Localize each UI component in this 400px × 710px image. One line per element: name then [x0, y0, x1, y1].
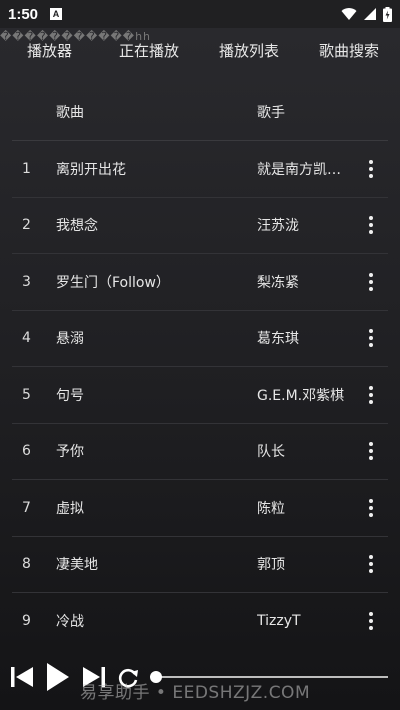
song-title: 罗生门（Follow） — [56, 274, 170, 291]
more-options-icon[interactable] — [354, 367, 388, 423]
song-artist: 梨冻紧 — [257, 274, 299, 291]
table-row[interactable]: 6 予你 队长 — [12, 424, 388, 480]
song-title: 悬溺 — [56, 331, 84, 348]
table-row[interactable]: 1 离别开出花 就是南方凯… — [12, 141, 388, 198]
song-artist: TizzyT — [257, 613, 301, 630]
table-row[interactable]: 9 冷战 TizzyT — [12, 593, 388, 650]
song-title: 予你 — [56, 444, 84, 461]
song-table: 歌曲 歌手 1 离别开出花 就是南方凯… 2 我想念 汪苏泷 3 罗生门（Fol… — [12, 84, 388, 650]
row-index: 7 — [22, 499, 31, 516]
watermark-text: 易享助手 • EEDSHZJZ.COM — [80, 683, 311, 703]
row-index: 5 — [22, 386, 31, 403]
signal-icon — [364, 8, 376, 20]
wifi-icon — [341, 8, 357, 20]
tab-playlist[interactable]: 播放列表 — [219, 40, 279, 61]
song-title: 冷战 — [56, 614, 84, 631]
song-artist: 汪苏泷 — [257, 218, 299, 235]
column-header-artist: 歌手 — [257, 105, 285, 121]
more-options-icon[interactable] — [354, 480, 388, 536]
song-title: 凄美地 — [56, 557, 98, 574]
song-title: 我想念 — [56, 218, 98, 235]
table-row[interactable]: 7 虚拟 陈粒 — [12, 480, 388, 537]
table-header: 歌曲 歌手 — [12, 84, 388, 141]
table-row[interactable]: 4 悬溺 葛东琪 — [12, 311, 388, 367]
tab-player[interactable]: 播放器 — [27, 40, 72, 61]
status-bar: 1:50 A — [0, 0, 400, 28]
tab-now-playing[interactable]: 正在播放 — [119, 40, 179, 61]
play-icon[interactable] — [46, 662, 70, 692]
table-row[interactable]: 5 句号 G.E.M.邓紫棋 — [12, 367, 388, 424]
song-artist: 郭顶 — [257, 557, 285, 574]
row-index: 2 — [22, 217, 31, 234]
tab-bar: 播放器 正在播放 播放列表 歌曲搜索 — [0, 32, 400, 66]
song-artist: G.E.M.邓紫棋 — [257, 387, 345, 404]
row-index: 4 — [22, 330, 31, 347]
row-index: 3 — [22, 273, 31, 290]
table-row[interactable]: 2 我想念 汪苏泷 — [12, 198, 388, 254]
more-options-icon[interactable] — [354, 254, 388, 310]
more-options-icon[interactable] — [354, 141, 388, 197]
more-options-icon[interactable] — [354, 424, 388, 480]
song-title: 句号 — [56, 387, 84, 404]
more-options-icon[interactable] — [354, 198, 388, 254]
row-index: 8 — [22, 556, 31, 573]
more-options-icon[interactable] — [354, 593, 388, 650]
previous-track-icon[interactable] — [10, 666, 34, 688]
column-header-title: 歌曲 — [56, 105, 84, 121]
song-title: 离别开出花 — [56, 161, 126, 178]
status-icons — [341, 6, 392, 22]
row-index: 6 — [22, 443, 31, 460]
more-options-icon[interactable] — [354, 311, 388, 367]
table-row[interactable]: 8 凄美地 郭顶 — [12, 537, 388, 593]
table-row[interactable]: 3 罗生门（Follow） 梨冻紧 — [12, 254, 388, 311]
song-artist: 葛东琪 — [257, 331, 299, 348]
battery-icon — [383, 6, 392, 22]
status-time: 1:50 — [8, 5, 39, 23]
more-options-icon[interactable] — [354, 537, 388, 593]
song-title: 虚拟 — [56, 500, 84, 517]
song-artist: 队长 — [257, 444, 285, 461]
song-artist: 就是南方凯… — [257, 161, 341, 178]
row-index: 9 — [22, 613, 31, 630]
tab-song-search[interactable]: 歌曲搜索 — [319, 40, 379, 61]
row-index: 1 — [22, 160, 31, 177]
song-artist: 陈粒 — [257, 500, 285, 517]
notification-icon: A — [50, 8, 63, 20]
